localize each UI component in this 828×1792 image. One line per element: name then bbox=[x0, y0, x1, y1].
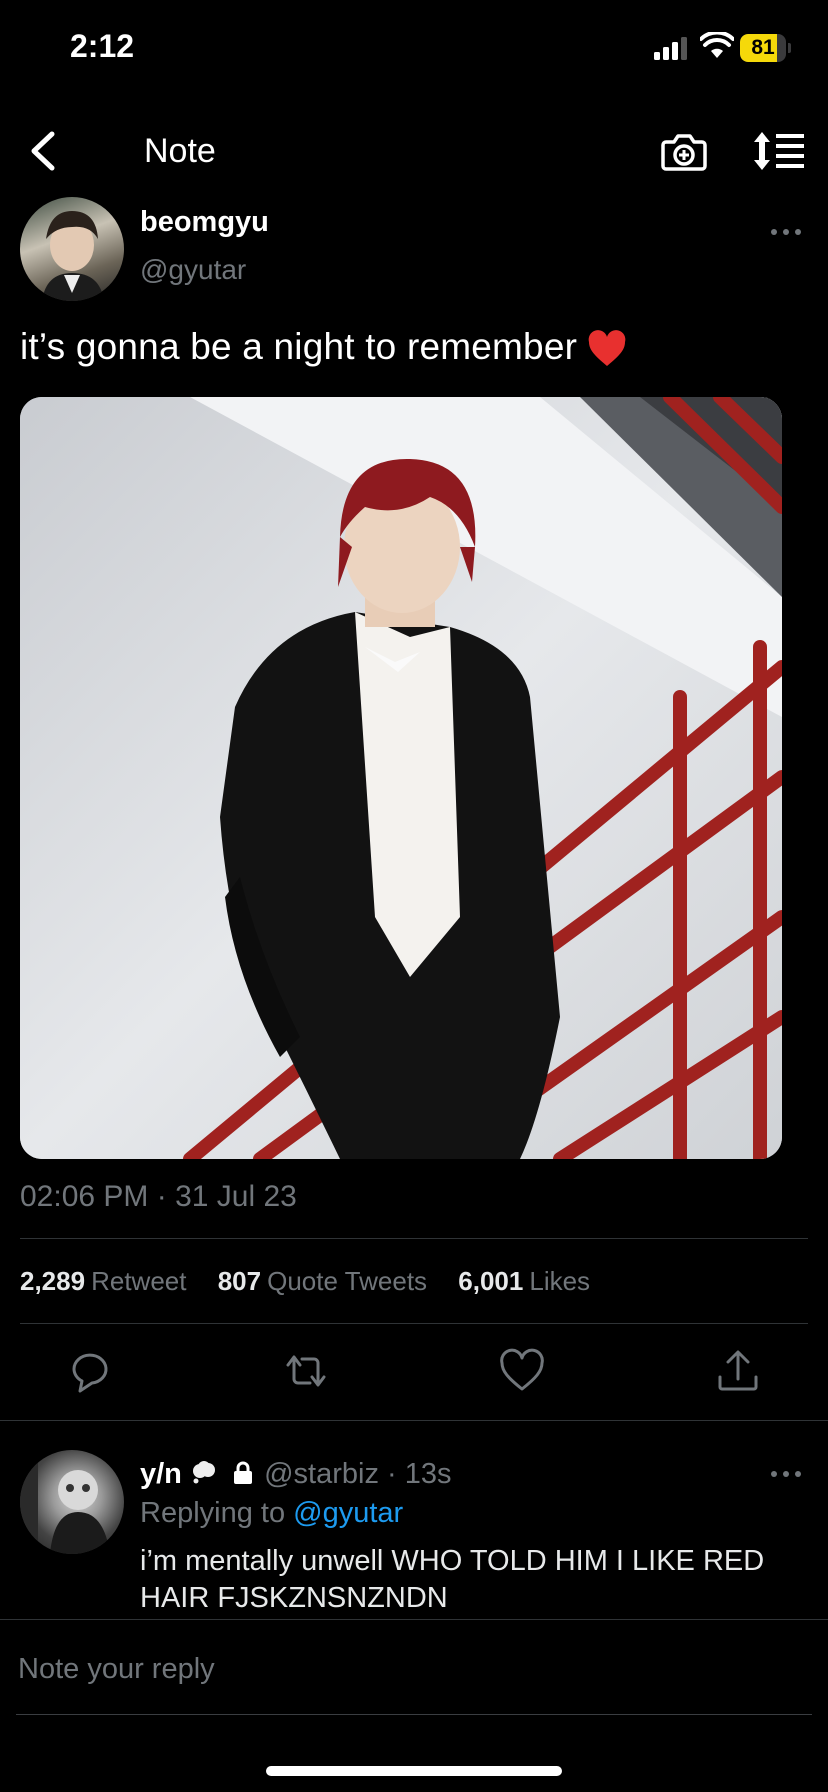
more-options-icon[interactable] bbox=[768, 222, 804, 242]
input-underline bbox=[16, 1714, 812, 1715]
separator: · bbox=[387, 1458, 397, 1490]
stat-label: Quote Tweets bbox=[267, 1266, 428, 1296]
author-name[interactable]: beomgyu bbox=[140, 206, 269, 239]
stat-label: Retweet bbox=[91, 1266, 187, 1296]
tweet-text: it’s gonna be a night to remember bbox=[20, 326, 627, 368]
divider bbox=[20, 1323, 808, 1324]
wifi-icon bbox=[700, 32, 734, 58]
reply-author-handle[interactable]: @starbiz bbox=[264, 1458, 379, 1490]
divider bbox=[20, 1238, 808, 1239]
more-options-icon[interactable] bbox=[768, 1464, 804, 1484]
stat-number: 2,289 bbox=[20, 1266, 86, 1296]
retweet-count[interactable]: 2,289 Retweet bbox=[20, 1266, 186, 1297]
share-icon[interactable] bbox=[714, 1347, 762, 1395]
reply-input[interactable] bbox=[16, 1648, 810, 1690]
lock-icon bbox=[234, 1461, 253, 1484]
reply-header: y/n @starbiz · 13s bbox=[140, 1458, 452, 1491]
signal-icon bbox=[654, 37, 687, 60]
replying-prefix: Replying to bbox=[140, 1497, 286, 1529]
author-handle[interactable]: @gyutar bbox=[140, 254, 246, 286]
divider bbox=[0, 1420, 828, 1421]
avatar[interactable] bbox=[20, 197, 124, 301]
battery-icon: 81 bbox=[740, 34, 792, 64]
quote-tweets-count[interactable]: 807 Quote Tweets bbox=[218, 1266, 427, 1297]
reply-icon[interactable] bbox=[66, 1347, 114, 1395]
reply-text: i’m mentally unwell WHO TOLD HIM I LIKE … bbox=[140, 1545, 765, 1614]
replying-to: Replying to @gyutar bbox=[140, 1497, 403, 1530]
stat-number: 6,001 bbox=[458, 1266, 524, 1296]
page-title: Note bbox=[144, 132, 216, 170]
retweet-icon[interactable] bbox=[282, 1347, 330, 1395]
divider bbox=[0, 1619, 828, 1620]
reply-author-name[interactable]: y/n bbox=[140, 1458, 182, 1490]
tweet-text-content: it’s gonna be a night to remember bbox=[20, 326, 578, 367]
red-heart-icon bbox=[588, 330, 626, 367]
tweet-photo[interactable] bbox=[20, 397, 782, 1159]
mention-link[interactable]: @gyutar bbox=[293, 1497, 403, 1529]
battery-level: 81 bbox=[751, 36, 775, 59]
likes-count[interactable]: 6,001 Likes bbox=[458, 1266, 590, 1297]
reply-avatar[interactable] bbox=[20, 1450, 124, 1554]
home-indicator[interactable] bbox=[266, 1766, 562, 1776]
like-icon[interactable] bbox=[498, 1347, 546, 1395]
tweet-timestamp: 02:06 PM · 31 Jul 23 bbox=[20, 1180, 297, 1213]
tweet-stats: 2,289 Retweet 807 Quote Tweets 6,001 Likes bbox=[20, 1266, 614, 1297]
thought-balloon-icon bbox=[192, 1461, 215, 1484]
reply-time: 13s bbox=[404, 1458, 452, 1490]
back-chevron-icon[interactable] bbox=[22, 126, 66, 176]
stat-label: Likes bbox=[529, 1266, 591, 1296]
stat-number: 807 bbox=[217, 1266, 262, 1296]
sort-icon[interactable] bbox=[752, 128, 806, 174]
status-time: 2:12 bbox=[70, 28, 135, 64]
camera-icon[interactable] bbox=[660, 128, 708, 174]
